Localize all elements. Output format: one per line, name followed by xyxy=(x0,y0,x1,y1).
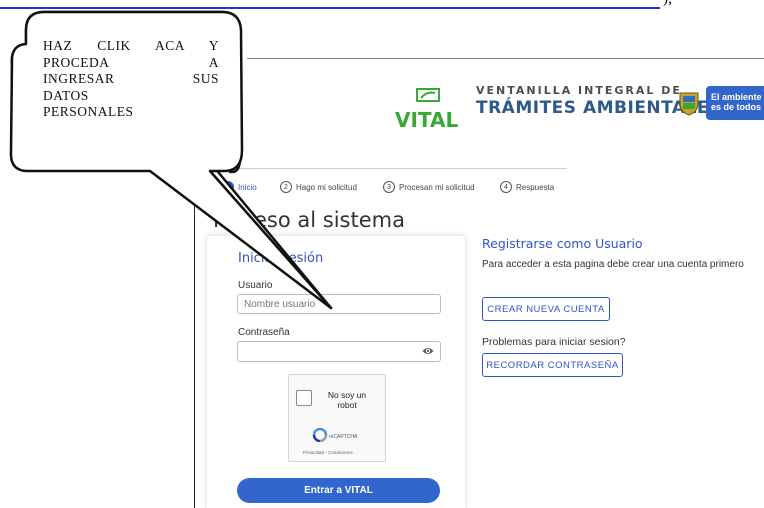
top-link-fragment[interactable]: ); xyxy=(0,0,764,10)
brand-line-1: VENTANILLA INTEGRAL DE xyxy=(476,84,682,97)
recaptcha-checkbox[interactable] xyxy=(296,390,312,406)
step-inicio[interactable]: 1 Inicio xyxy=(222,181,257,193)
login-problems-title: Problemas para iniciar sesion? xyxy=(482,336,626,348)
callout-line-1: HAZ CLIK ACA Y xyxy=(43,38,219,53)
step-number-4: 4 xyxy=(500,181,512,193)
register-description: Para acceder a esta pagina debe crear un… xyxy=(482,259,744,270)
step-label-3: Procesan mi solicitud xyxy=(399,182,475,192)
ambiente-line-2: es de todos xyxy=(711,102,762,112)
step-label-2: Hago mi solicitud xyxy=(296,182,357,192)
colombia-shield-icon xyxy=(679,92,699,116)
create-account-button[interactable]: CREAR NUEVA CUENTA xyxy=(482,297,610,321)
enter-vital-button[interactable]: Entrar a VITAL xyxy=(237,478,440,503)
vital-logo: VITAL xyxy=(395,88,458,129)
callout-line-5: PERSONALES xyxy=(43,104,134,119)
step-hago-solicitud[interactable]: 2 Hago mi solicitud xyxy=(280,181,357,193)
eye-icon[interactable] xyxy=(422,346,434,356)
login-card xyxy=(207,236,465,508)
step-label-4: Respuesta xyxy=(516,182,555,192)
step-number-2: 2 xyxy=(280,181,292,193)
top-link-underline[interactable] xyxy=(0,0,660,9)
step-label-1: Inicio xyxy=(238,182,257,192)
recaptcha-footer[interactable]: Privacidad - Condiciones xyxy=(303,450,353,455)
callout-line-3: INGRESAR SUS xyxy=(43,71,219,86)
login-title: Iniciar sesión xyxy=(238,251,324,266)
remember-password-button[interactable]: RECORDAR CONTRASEÑA xyxy=(482,353,623,377)
step-number-3: 3 xyxy=(383,181,395,193)
vital-logo-text: VITAL xyxy=(395,108,458,129)
recaptcha-icon xyxy=(312,428,328,442)
recaptcha-brand: reCAPTCHA xyxy=(329,434,358,440)
username-input[interactable] xyxy=(237,294,441,314)
step-respuesta[interactable]: 4 Respuesta xyxy=(500,181,554,193)
step-number-1: 1 xyxy=(222,181,234,193)
page-title: Ingreso al sistema xyxy=(213,208,405,232)
top-link-trailing: ); xyxy=(663,0,672,8)
password-input[interactable] xyxy=(237,341,441,362)
screenshot-frame-top xyxy=(247,58,764,59)
recaptcha-widget xyxy=(288,374,386,462)
password-label: Contraseña xyxy=(238,327,290,338)
callout-text: HAZ CLIK ACA Y PROCEDA A INGRESAR SUS DA… xyxy=(43,38,219,121)
register-title: Registrarse como Usuario xyxy=(482,236,643,251)
header-divider xyxy=(219,168,567,169)
recaptcha-label: No soy un robot xyxy=(327,390,367,410)
callout-line-4: DATOS xyxy=(43,87,89,103)
username-label: Usuario xyxy=(238,280,273,291)
ambiente-line-1: El ambiente xyxy=(711,92,762,102)
step-procesan-solicitud[interactable]: 3 Procesan mi solicitud xyxy=(383,181,475,193)
callout-line-2: PROCEDA A xyxy=(43,54,219,70)
